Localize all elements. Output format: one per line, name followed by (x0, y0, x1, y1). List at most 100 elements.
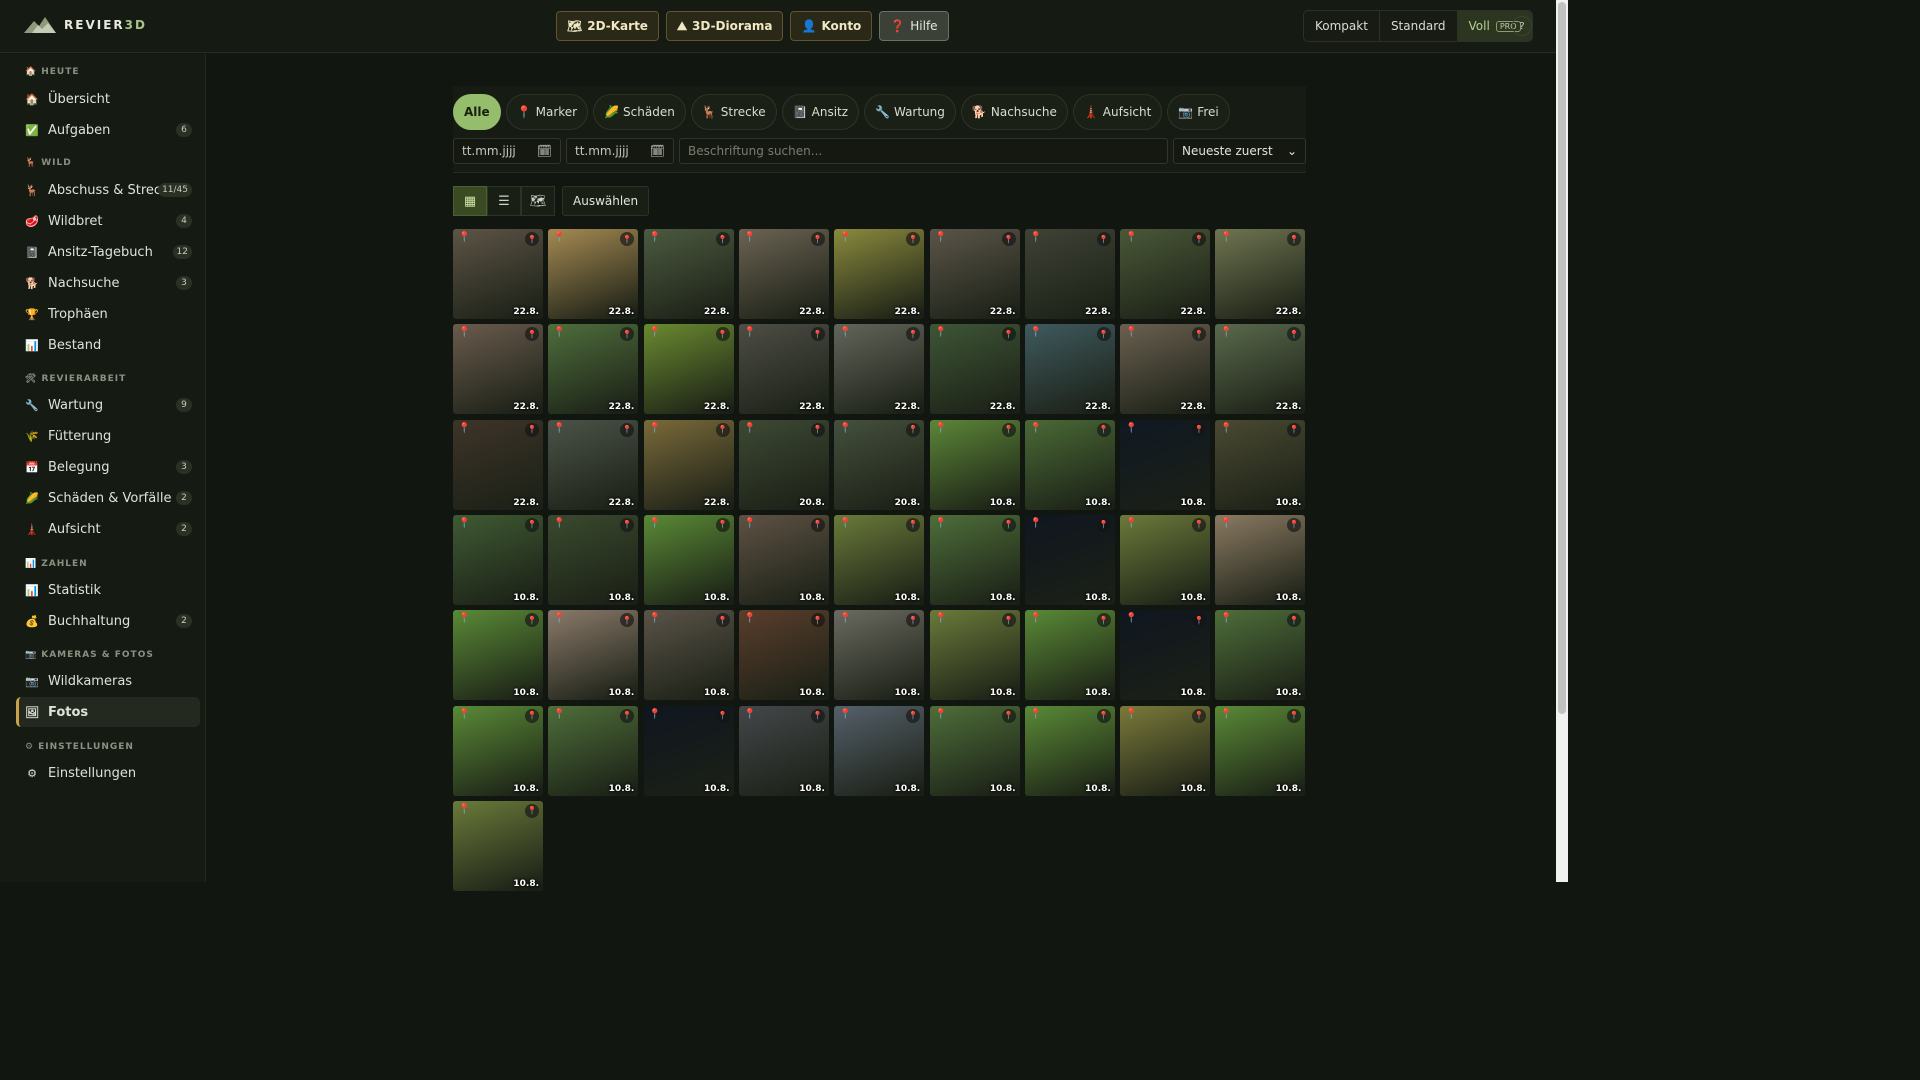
map-pin-badge-icon[interactable]: 📍 (1096, 232, 1111, 246)
map-pin-badge-icon[interactable]: 📍 (1001, 613, 1016, 628)
photo-tile[interactable]: 📍 📍 22.8. (738, 324, 829, 415)
sidebar-item-venison[interactable]: 🥩 Wildbret 4 (16, 206, 200, 236)
map-pin-badge-icon[interactable]: 📍 (1287, 613, 1302, 628)
date-to-field[interactable]: tt.mm.jjjj 🗓 (566, 138, 674, 164)
photo-tile[interactable]: 📍 📍 10.8. (738, 610, 829, 701)
sidebar-item-overview[interactable]: 🏠 Übersicht (16, 84, 200, 114)
photo-tile[interactable]: 📍 📍 10.8. (548, 610, 639, 701)
photo-tile[interactable]: 📍 📍 10.8. (1024, 514, 1115, 605)
photo-tile[interactable]: 📍 📍 22.8. (643, 324, 734, 415)
map-pin-badge-icon[interactable]: 📍 (715, 422, 730, 437)
map-pin-badge-icon[interactable]: 📍 (1001, 517, 1016, 532)
photo-tile[interactable]: 📍 📍 10.8. (738, 514, 829, 605)
photo-tile[interactable]: 📍 📍 22.8. (929, 229, 1020, 319)
photo-tile[interactable]: 📍 📍 22.8. (834, 229, 925, 319)
map-pin-badge-icon[interactable]: 📍 (810, 327, 825, 342)
photo-tile[interactable]: 📍 📍 10.8. (834, 514, 925, 605)
photo-tile[interactable]: 📍 📍 10.8. (929, 705, 1020, 796)
sidebar-item-maintenance[interactable]: 🔧 Wartung 9 (16, 390, 200, 420)
map-pin-badge-icon[interactable]: 📍 (906, 613, 921, 628)
sidebar-item-statistics[interactable]: 📊 Statistik (16, 575, 200, 605)
map-pin-badge-icon[interactable]: 📍 (810, 613, 825, 628)
filter-chip-tracking[interactable]: 🐕 Nachsuche (960, 94, 1068, 130)
photo-tile[interactable]: 📍 📍 10.8. (1215, 610, 1306, 701)
select-button[interactable]: Auswählen (562, 186, 650, 216)
map-pin-badge-icon[interactable]: 📍 (1192, 232, 1207, 246)
date-from-field[interactable]: tt.mm.jjjj 🗓 (453, 138, 561, 164)
map-pin-badge-icon[interactable]: 📍 (1096, 613, 1111, 628)
mode-standard-button[interactable]: Standard (1380, 11, 1458, 41)
photo-tile[interactable]: 📍 📍 10.8. (929, 610, 1020, 701)
photo-tile[interactable]: 📍 📍 22.8. (453, 229, 543, 319)
photo-tile[interactable]: 📍 📍 22.8. (548, 229, 639, 319)
filter-chip-harvest[interactable]: 🦌 Strecke (690, 94, 777, 130)
sidebar-item-feeding[interactable]: 🌾 Fütterung (16, 421, 200, 451)
map-pin-badge-icon[interactable]: 📍 (1096, 327, 1111, 342)
map-view-button[interactable]: 🗺 (521, 186, 555, 216)
map-pin-badge-icon[interactable]: 📍 (906, 232, 921, 246)
photo-tile[interactable]: 📍 📍 22.8. (1215, 229, 1306, 319)
map-pin-badge-icon[interactable]: 📍 (525, 613, 539, 628)
map-pin-badge-icon[interactable]: 📍 (620, 422, 635, 437)
map-pin-badge-icon[interactable]: 📍 (525, 327, 539, 342)
photo-tile[interactable]: 📍 📍 22.8. (453, 324, 543, 415)
brand[interactable]: REVIER3D (24, 15, 147, 35)
photo-tile[interactable]: 📍 📍 10.8. (453, 610, 543, 701)
photo-tile[interactable]: 📍 📍 10.8. (1215, 419, 1306, 510)
map-2d-button[interactable]: 🗺 2D-Karte (556, 11, 659, 41)
map-pin-badge-icon[interactable]: 📍 (906, 327, 921, 342)
photo-tile[interactable]: 📍 📍 10.8. (548, 514, 639, 605)
map-pin-badge-icon[interactable]: 📍 (906, 517, 921, 532)
filter-chip-hide[interactable]: 📓 Ansitz (781, 94, 860, 130)
photo-tile[interactable]: 📍 📍 10.8. (1215, 514, 1306, 605)
list-view-button[interactable]: ☰ (487, 186, 521, 216)
map-pin-badge-icon[interactable]: 📍 (1001, 422, 1016, 437)
photo-tile[interactable]: 📍 📍 22.8. (548, 324, 639, 415)
map-pin-badge-icon[interactable]: 📍 (906, 708, 921, 723)
photo-tile[interactable]: 📍 📍 22.8. (1024, 324, 1115, 415)
photo-tile[interactable]: 📍 📍 10.8. (738, 705, 829, 796)
map-pin-badge-icon[interactable]: 📍 (525, 232, 539, 246)
photo-tile[interactable]: 📍 📍 22.8. (643, 419, 734, 510)
scrollbar-thumb[interactable] (1558, 2, 1566, 714)
map-pin-badge-icon[interactable]: 📍 (1192, 613, 1207, 628)
photo-tile[interactable]: 📍 📍 10.8. (1024, 705, 1115, 796)
map-pin-badge-icon[interactable]: 📍 (1096, 517, 1111, 532)
map-pin-badge-icon[interactable]: 📍 (1287, 327, 1302, 342)
photo-tile[interactable]: 📍 📍 22.8. (929, 324, 1020, 415)
sidebar-item-hide-diary[interactable]: 📓 Ansitz-Tagebuch 12 (16, 237, 200, 267)
map-pin-badge-icon[interactable]: 📍 (620, 517, 635, 532)
photo-tile[interactable]: 📍 📍 10.8. (1120, 610, 1211, 701)
question-button[interactable]: ? (1512, 16, 1532, 36)
map-pin-badge-icon[interactable]: 📍 (1096, 422, 1111, 437)
photo-tile[interactable]: 📍 📍 10.8. (834, 705, 925, 796)
map-pin-badge-icon[interactable]: 📍 (1192, 327, 1207, 342)
map-pin-badge-icon[interactable]: 📍 (715, 708, 730, 723)
photo-tile[interactable]: 📍 📍 10.8. (643, 514, 734, 605)
sidebar-item-harvest[interactable]: 🦌 Abschuss & Strec… 11/45 (16, 175, 200, 205)
photo-tile[interactable]: 📍 📍 20.8. (834, 419, 925, 510)
map-pin-badge-icon[interactable]: 📍 (810, 232, 825, 246)
sidebar-item-supervision[interactable]: 🗼 Aufsicht 2 (16, 514, 200, 544)
photo-tile[interactable]: 📍 📍 10.8. (548, 705, 639, 796)
map-pin-badge-icon[interactable]: 📍 (715, 327, 730, 342)
map-pin-badge-icon[interactable]: 📍 (620, 708, 635, 723)
sidebar-item-tasks[interactable]: ✅ Aufgaben 6 (16, 115, 200, 145)
map-pin-badge-icon[interactable]: 📍 (715, 232, 730, 246)
photo-tile[interactable]: 📍 📍 10.8. (1024, 419, 1115, 510)
map-pin-badge-icon[interactable]: 📍 (525, 708, 539, 723)
photo-tile[interactable]: 📍 📍 10.8. (929, 514, 1020, 605)
sort-select[interactable]: Neueste zuerst ⌄ (1173, 138, 1306, 164)
map-pin-badge-icon[interactable]: 📍 (1001, 232, 1016, 246)
grid-view-button[interactable]: ▦ (453, 186, 487, 216)
map-pin-badge-icon[interactable]: 📍 (620, 613, 635, 628)
filter-chip-marker[interactable]: 📍 Marker (505, 94, 589, 130)
filter-chip-free[interactable]: 📷 Frei (1167, 94, 1230, 130)
filter-chip-supervision[interactable]: 🗼 Aufsicht (1072, 94, 1163, 130)
map-pin-badge-icon[interactable]: 📍 (715, 517, 730, 532)
photo-tile[interactable]: 📍 📍 22.8. (834, 324, 925, 415)
map-pin-badge-icon[interactable]: 📍 (525, 422, 539, 437)
filter-chip-all[interactable]: Alle (453, 94, 501, 130)
photo-tile[interactable]: 📍 📍 22.8. (548, 419, 639, 510)
photo-tile[interactable]: 📍 📍 10.8. (453, 514, 543, 605)
